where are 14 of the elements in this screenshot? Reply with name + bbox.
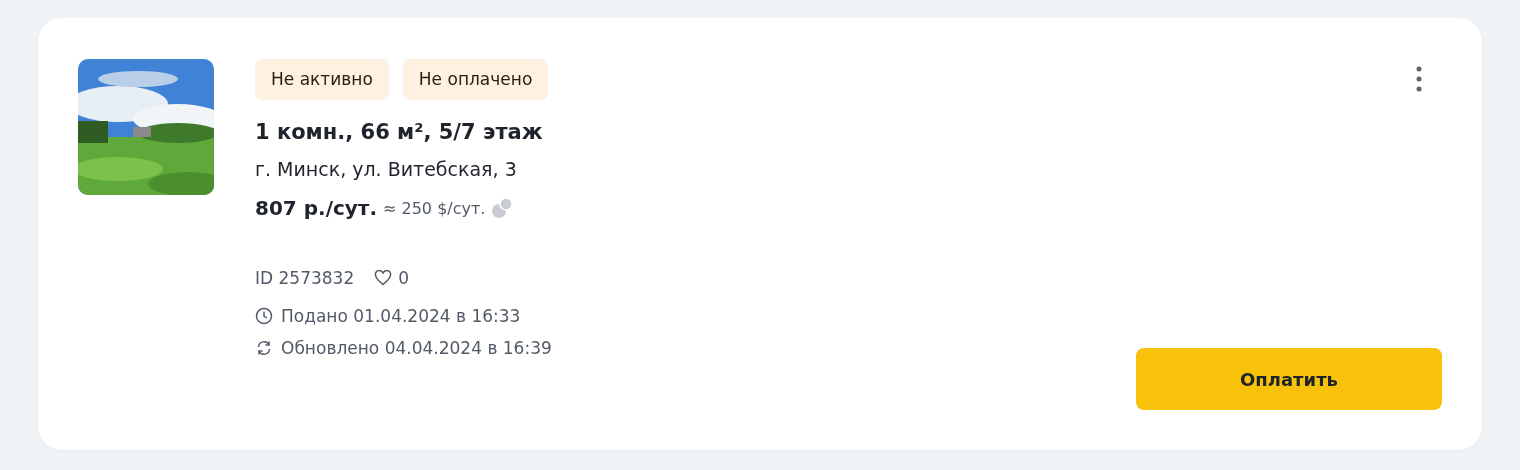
- pay-button[interactable]: Оплатить: [1136, 348, 1442, 410]
- updated-date: Обновлено 04.04.2024 в 16:39: [281, 338, 552, 358]
- address: г. Минск, ул. Витебская, 3: [255, 158, 518, 180]
- price: 807 р./сут.: [255, 196, 377, 220]
- converted-price: ≈ 250 $/сут.: [383, 198, 486, 218]
- listing-title[interactable]: 1 комн., 66 м², 5/7 этаж: [255, 120, 1095, 144]
- clock-icon: [255, 307, 273, 325]
- favorites-count: 0: [398, 268, 410, 288]
- heart-icon: [374, 270, 393, 286]
- status-badge: Не активно: [255, 59, 389, 100]
- refresh-icon: [255, 339, 273, 357]
- status-badge: Не оплачено: [402, 59, 549, 100]
- posted-date: Подано 01.04.2024 в 16:33: [281, 306, 521, 326]
- listing-id: ID 2573832: [255, 268, 355, 288]
